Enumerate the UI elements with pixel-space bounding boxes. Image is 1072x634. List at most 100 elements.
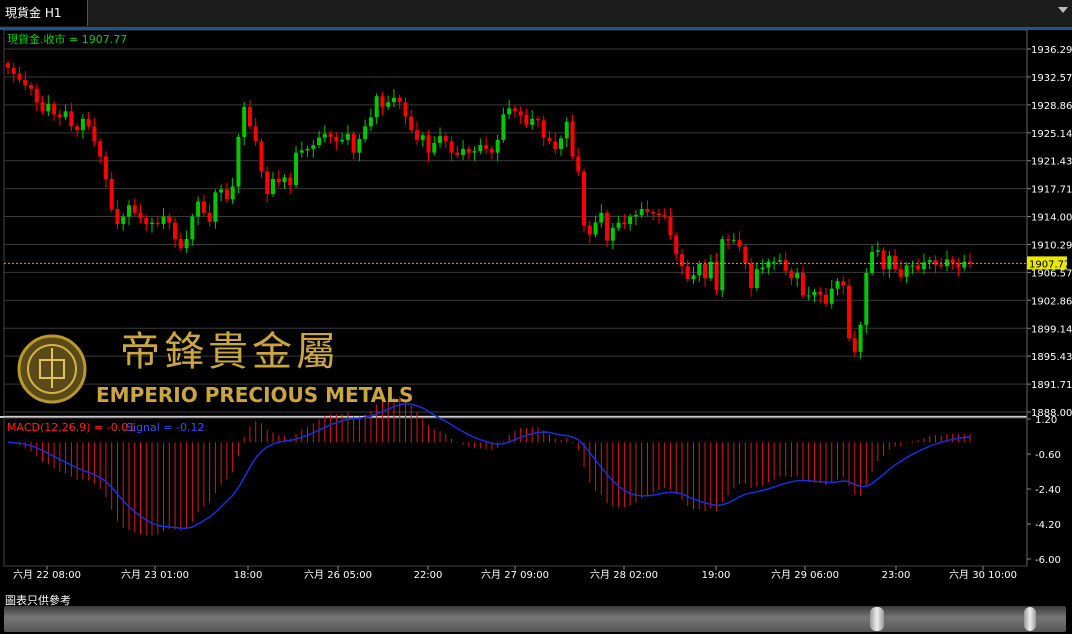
candle-body: [950, 259, 955, 264]
candle-body: [570, 121, 575, 157]
candle-body: [86, 118, 91, 127]
candle-body: [518, 111, 523, 116]
candle-body: [236, 136, 241, 187]
candle-body: [789, 270, 794, 279]
candle-body: [328, 133, 333, 137]
candle-body: [138, 212, 143, 219]
candle-body: [403, 102, 408, 117]
x-tick-label: 六月 22 08:00: [13, 569, 81, 581]
candle-body: [576, 156, 581, 172]
candle-body: [414, 130, 419, 140]
candle-body: [23, 79, 28, 86]
candle-body: [847, 285, 852, 339]
price-y-tick-label: 1936.29: [1031, 45, 1072, 56]
candle-body: [109, 178, 114, 210]
candle-body: [489, 148, 494, 153]
candle-body: [386, 102, 391, 107]
candle-body: [121, 216, 126, 225]
candle-body: [870, 251, 875, 273]
price-y-tick-label: 1899.14: [1031, 324, 1072, 335]
candle-body: [524, 115, 529, 125]
candle-body: [904, 265, 909, 277]
candle-body: [213, 192, 218, 222]
candle-body: [455, 152, 460, 155]
candlestick-chart[interactable]: 1936.29 1932.57 1928.86 1925.14 1921.43 1917.…: [0, 30, 1072, 590]
candle-body: [795, 272, 800, 279]
tab-label: 現貨金 H1: [5, 6, 62, 20]
candle-body: [800, 272, 805, 296]
candle-body: [812, 291, 817, 296]
candle-body: [80, 118, 85, 131]
price-y-tick-label: 1925.14: [1031, 129, 1072, 140]
candle-body: [484, 145, 489, 149]
scrollbar-end-handle[interactable]: [1024, 607, 1036, 631]
chart-area[interactable]: 1936.29 1932.57 1928.86 1925.14 1921.43 1917.…: [0, 30, 1072, 590]
candle-body: [512, 108, 517, 112]
macd-y-tick-label: -4.20: [1035, 520, 1061, 531]
candle-body: [201, 201, 206, 213]
candle-body: [52, 103, 57, 115]
candle-body: [495, 139, 500, 153]
price-y-tick-label: 1932.57: [1031, 73, 1072, 84]
candle-body: [645, 209, 650, 213]
x-tick-label: 18:00: [234, 570, 263, 581]
candle-body: [184, 239, 189, 249]
candle-body: [173, 222, 178, 240]
candle-body: [841, 281, 846, 286]
candle-body: [438, 136, 443, 143]
candle-body: [599, 212, 604, 223]
candle-body: [875, 250, 880, 252]
candle-body: [622, 222, 627, 225]
candle-body: [115, 209, 120, 225]
candle-body: [311, 145, 316, 149]
candle-body: [639, 209, 644, 216]
candle-body: [927, 260, 932, 263]
candle-body: [178, 239, 183, 249]
candle-body: [397, 97, 402, 103]
scrollbar-thumb[interactable]: [870, 607, 884, 631]
candle-body: [772, 261, 777, 263]
candle-body: [691, 275, 696, 279]
candle-body: [535, 118, 540, 121]
candle-body: [587, 225, 592, 235]
candle-body: [829, 288, 834, 304]
macd-header-label: MACD(12,26,9) = -0.01: [7, 421, 135, 434]
candle-body: [731, 239, 736, 241]
candle-body: [259, 141, 264, 172]
candle-body: [167, 216, 172, 223]
candle-body: [478, 145, 483, 152]
candle-body: [29, 85, 34, 89]
candle-body: [582, 171, 587, 226]
candle-body: [420, 135, 425, 140]
candle-body: [150, 222, 155, 225]
x-tick-label: 六月 27 09:00: [481, 569, 549, 581]
candle-body: [75, 126, 80, 131]
chart-scrollbar[interactable]: [4, 606, 1066, 632]
candle-body: [207, 212, 212, 222]
price-y-tick-label: 1921.43: [1031, 157, 1072, 168]
candle-body: [766, 261, 771, 268]
candle-body: [17, 73, 22, 80]
chevron-down-icon[interactable]: [1058, 7, 1068, 13]
x-tick-label: 六月 26 05:00: [304, 569, 372, 581]
candle-body: [461, 148, 466, 155]
candle-body: [230, 186, 235, 200]
macd-y-tick-label: 1.20: [1035, 415, 1057, 426]
candle-body: [224, 189, 229, 200]
candle-body: [777, 260, 782, 262]
tab-chart-spot-gold[interactable]: 現貨金 H1: [0, 0, 88, 26]
candle-body: [737, 239, 742, 247]
candle-body: [132, 205, 137, 213]
candle-body: [63, 111, 68, 118]
signal-header-label: Signal = -0.12: [126, 421, 204, 434]
candle-body: [564, 121, 569, 139]
candle-body: [409, 116, 414, 131]
candle-body: [593, 222, 598, 235]
macd-y-tick-label: -0.60: [1035, 450, 1061, 461]
x-tick-label: 19:00: [702, 570, 731, 581]
price-y-tick-label: 1891.71: [1031, 380, 1072, 391]
candle-body: [962, 261, 967, 268]
candle-body: [294, 152, 299, 185]
candle-body: [190, 216, 195, 240]
x-tick-label: 六月 29 06:00: [771, 569, 839, 581]
